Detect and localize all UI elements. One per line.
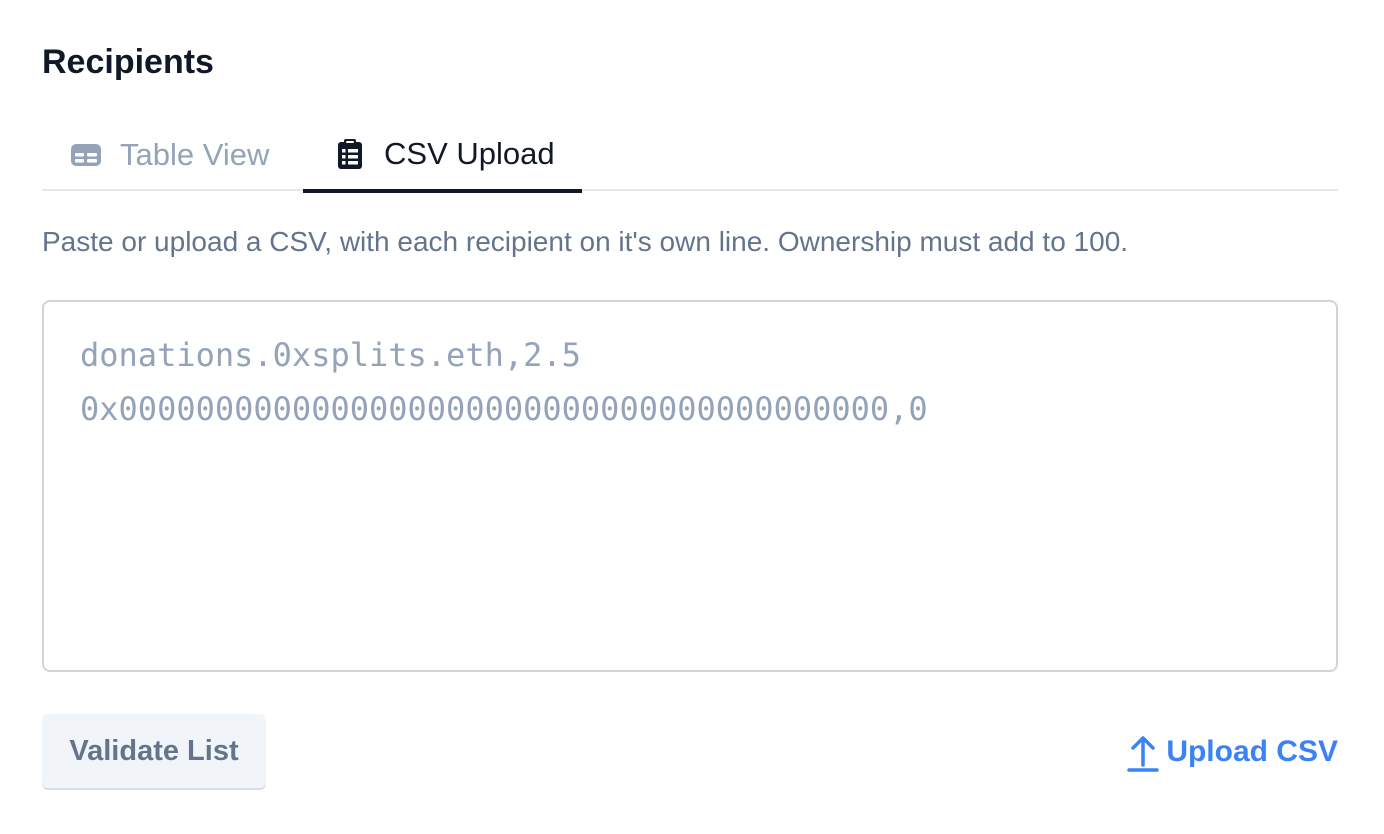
helper-text: Paste or upload a CSV, with each recipie…	[42, 226, 1129, 257]
table-icon	[70, 139, 102, 171]
section-title: Recipients	[42, 43, 214, 81]
tab-table-view[interactable]: Table View	[70, 118, 269, 191]
upload-arrow-icon	[1126, 732, 1160, 772]
tab-csv-upload-label: CSV Upload	[384, 135, 555, 171]
view-tabs: Table View CSV Upload	[42, 118, 1338, 193]
upload-csv-label: Upload CSV	[1166, 735, 1338, 768]
tab-table-view-label: Table View	[120, 136, 270, 172]
validate-list-button[interactable]: Validate List	[42, 714, 266, 788]
clipboard-list-icon	[334, 138, 366, 170]
tab-csv-upload[interactable]: CSV Upload	[303, 118, 582, 193]
upload-csv-button[interactable]: Upload CSV	[1126, 730, 1338, 774]
csv-input[interactable]	[42, 300, 1338, 672]
